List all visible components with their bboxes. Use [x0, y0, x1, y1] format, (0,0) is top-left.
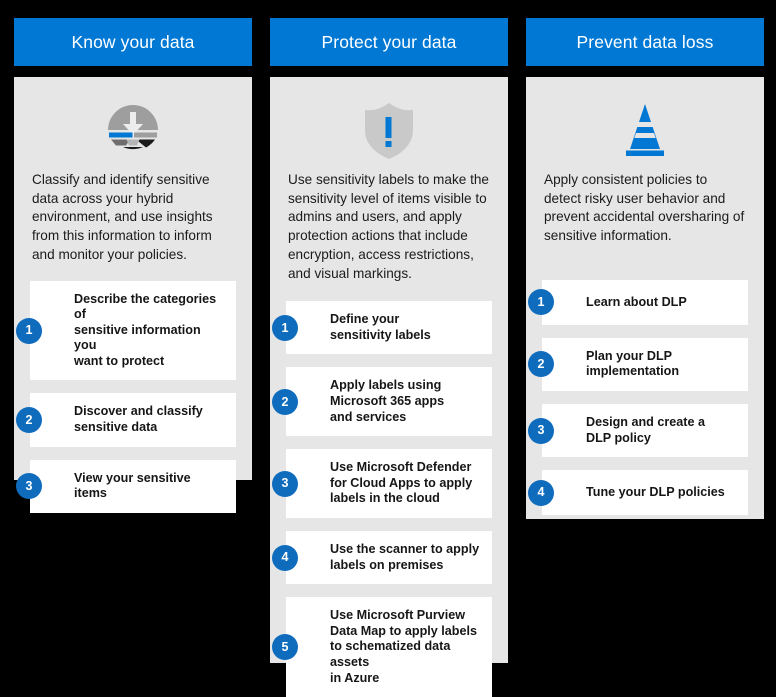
- step-label: Tune your DLP policies: [586, 484, 725, 499]
- three-column-diagram: Know your data Classify and identify sen…: [0, 0, 776, 697]
- step-number-badge: 4: [528, 479, 554, 506]
- column-panel-prevent-data-loss: Apply consistent policies to detect risk…: [526, 77, 764, 519]
- column-header-prevent-data-loss[interactable]: Prevent data loss: [526, 18, 764, 66]
- step-number-badge: 3: [16, 473, 42, 500]
- step-label: Use the scanner to apply labels on premi…: [330, 541, 480, 572]
- step-item[interactable]: 3 Design and create a DLP policy: [528, 404, 748, 458]
- step-item[interactable]: 2 Apply labels using Microsoft 365 apps …: [272, 367, 492, 437]
- step-label: Discover and classify sensitive data: [74, 404, 203, 435]
- column-panel-protect-your-data: Use sensitivity labels to make the sensi…: [270, 77, 508, 697]
- column-panel-know-your-data: Classify and identify sensitive data acr…: [14, 77, 252, 513]
- column-protect-your-data: Protect your data Use sensitivity labels…: [270, 18, 508, 697]
- step-number-badge: 1: [272, 314, 298, 341]
- step-item[interactable]: 1 Describe the categories of sensitive i…: [16, 280, 236, 381]
- traffic-cone-icon: [542, 99, 748, 161]
- step-list-know-your-data: 1 Describe the categories of sensitive i…: [16, 280, 236, 513]
- step-list-prevent-data-loss: 1 Learn about DLP 2 Plan your DLP implem…: [528, 279, 748, 516]
- step-label: Design and create a DLP policy: [586, 415, 705, 445]
- column-intro-know-your-data: Classify and identify sensitive data acr…: [32, 172, 213, 262]
- step-label: Define your sensitivity labels: [330, 312, 431, 342]
- step-label: Plan your DLP implementation: [586, 348, 680, 379]
- column-intro-prevent-data-loss: Apply consistent policies to detect risk…: [544, 172, 745, 244]
- step-item[interactable]: 3 View your sensitive items: [16, 459, 236, 513]
- step-item[interactable]: 4 Tune your DLP policies: [528, 470, 748, 516]
- column-know-your-data: Know your data Classify and identify sen…: [14, 18, 252, 513]
- step-number-badge: 2: [528, 351, 554, 378]
- step-number-badge: 2: [16, 407, 42, 434]
- step-label: Learn about DLP: [586, 294, 687, 309]
- step-item[interactable]: 1 Define your sensitivity labels: [272, 301, 492, 355]
- step-item[interactable]: 4 Use the scanner to apply labels on pre…: [272, 530, 492, 585]
- column-header-know-your-data[interactable]: Know your data: [14, 18, 252, 66]
- column-intro-protect-your-data: Use sensitivity labels to make the sensi…: [288, 172, 489, 281]
- column-header-protect-your-data[interactable]: Protect your data: [270, 18, 508, 66]
- step-item[interactable]: 2 Discover and classify sensitive data: [16, 393, 236, 447]
- step-number-badge: 4: [272, 544, 298, 571]
- step-number-badge: 1: [16, 317, 42, 344]
- step-label: Use Microsoft Defender for Cloud Apps to…: [330, 460, 473, 506]
- column-prevent-data-loss: Prevent data loss Apply consistent polic…: [526, 18, 764, 519]
- step-item[interactable]: 5 Use Microsoft Purview Data Map to appl…: [272, 597, 492, 697]
- step-item[interactable]: 2 Plan your DLP implementation: [528, 337, 748, 391]
- step-number-badge: 5: [272, 634, 298, 661]
- classify-data-icon: [30, 99, 236, 161]
- step-label: Use Microsoft Purview Data Map to apply …: [330, 608, 477, 685]
- step-number-badge: 2: [272, 388, 298, 415]
- step-number-badge: 3: [528, 417, 554, 444]
- step-label: Describe the categories of sensitive inf…: [74, 291, 217, 368]
- step-label: Apply labels using Microsoft 365 apps an…: [330, 378, 445, 424]
- step-item[interactable]: 3 Use Microsoft Defender for Cloud Apps …: [272, 449, 492, 518]
- step-list-protect-your-data: 1 Define your sensitivity labels 2 Apply…: [272, 301, 492, 697]
- step-label: View your sensitive items: [74, 470, 191, 501]
- step-item[interactable]: 1 Learn about DLP: [528, 279, 748, 325]
- shield-exclamation-icon: [286, 99, 492, 161]
- step-number-badge: 1: [528, 289, 554, 316]
- step-number-badge: 3: [272, 470, 298, 497]
